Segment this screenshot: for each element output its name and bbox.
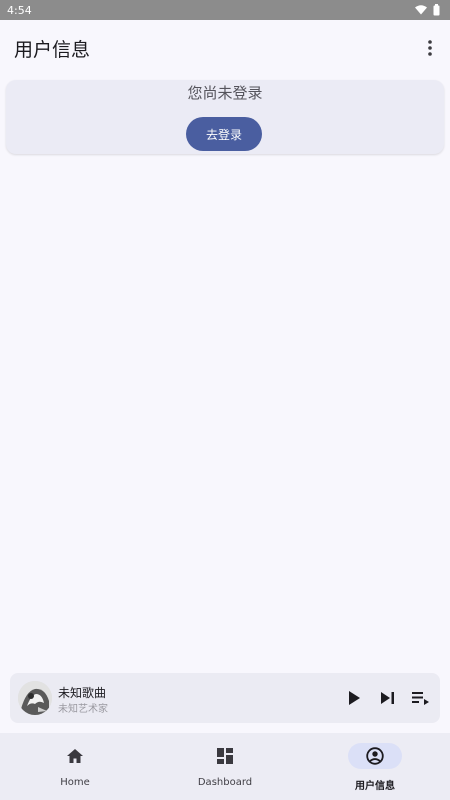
- player-controls: [342, 686, 432, 710]
- bottom-navigation: Home Dashboard 用户信息: [0, 733, 450, 800]
- queue-button[interactable]: [408, 686, 432, 710]
- nav-indicator-home: [48, 743, 102, 769]
- more-options-button[interactable]: [422, 36, 438, 60]
- nav-item-user-info[interactable]: 用户信息: [300, 733, 450, 800]
- status-icons: [415, 4, 440, 16]
- home-icon: [67, 749, 83, 763]
- login-button[interactable]: 去登录: [186, 117, 262, 151]
- status-time: 4:54: [7, 3, 32, 17]
- nav-indicator-dashboard: [198, 743, 252, 769]
- nav-item-home[interactable]: Home: [0, 733, 150, 800]
- album-art: [18, 681, 52, 715]
- album-art-image: [18, 681, 52, 715]
- more-vert-icon: [428, 40, 432, 56]
- status-bar: 4:54: [0, 0, 450, 20]
- wifi-icon: [415, 5, 427, 15]
- skip-next-button[interactable]: [375, 686, 399, 710]
- nav-item-dashboard[interactable]: Dashboard: [150, 733, 300, 800]
- play-button[interactable]: [342, 686, 366, 710]
- queue-music-icon: [411, 691, 429, 705]
- song-artist: 未知艺术家: [58, 704, 108, 715]
- nav-label-user-info: 用户信息: [355, 781, 395, 792]
- skip-next-icon: [380, 692, 394, 704]
- nav-label-dashboard: Dashboard: [197, 777, 253, 788]
- nav-label-home: Home: [60, 777, 90, 788]
- login-prompt: 您尚未登录: [187, 84, 263, 102]
- mini-player[interactable]: 未知歌曲 未知艺术家: [10, 673, 440, 723]
- dashboard-icon: [217, 748, 233, 764]
- battery-icon: [433, 4, 440, 16]
- play-icon: [349, 691, 360, 705]
- top-app-bar: 用户信息: [0, 20, 450, 76]
- account-circle-icon: [366, 747, 384, 765]
- login-card: 您尚未登录 去登录: [6, 80, 444, 154]
- song-title: 未知歌曲: [58, 686, 107, 700]
- page-title: 用户信息: [14, 38, 91, 61]
- nav-indicator-user-info: [348, 743, 402, 769]
